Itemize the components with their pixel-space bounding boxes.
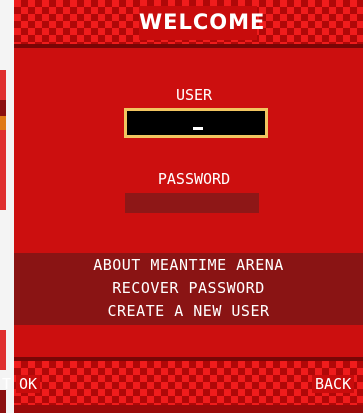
user-input[interactable] [124,108,268,138]
background-strip [0,0,14,413]
back-softkey[interactable]: BACK [312,375,355,393]
login-panel: WELCOME USER PASSWORD ABOUT MEANTIME ARE… [14,0,363,413]
menu-item-about[interactable]: ABOUT MEANTIME ARENA [14,256,363,274]
header-divider [14,44,363,48]
ok-softkey[interactable]: OK [16,375,41,393]
background-segment [0,390,6,413]
background-segment [0,100,6,116]
footer-base [14,405,363,413]
password-input[interactable] [125,193,259,213]
background-segment [0,70,6,100]
background-segment [0,130,6,210]
game-screen: WELCOME USER PASSWORD ABOUT MEANTIME ARE… [0,0,363,413]
menu-item-create-user[interactable]: CREATE A NEW USER [14,302,363,320]
footer-checker-bar [14,361,363,405]
text-cursor [193,127,203,130]
background-segment [0,330,6,370]
user-label: USER [175,86,213,104]
password-label: PASSWORD [157,170,231,188]
background-segment [0,116,6,130]
edge-glyph: T [2,375,12,393]
page-title: WELCOME [139,10,266,34]
menu-item-recover-password[interactable]: RECOVER PASSWORD [14,279,363,297]
